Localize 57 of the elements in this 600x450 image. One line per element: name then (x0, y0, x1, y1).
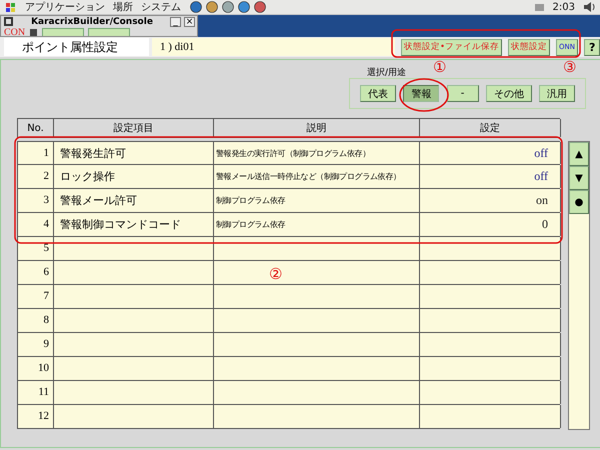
table-cell: 制御プログラム依存 (214, 189, 420, 212)
foot-icon[interactable] (4, 0, 17, 14)
point-field: 1 ) di01 (152, 38, 395, 56)
help-button[interactable]: ? (584, 38, 600, 56)
callout-number: ② (269, 267, 282, 282)
category-button[interactable]: 警報 (403, 85, 440, 102)
scroll-up-button[interactable]: ▲ (569, 142, 589, 166)
save-file-button[interactable]: 状態設定•ファイル保存 (401, 38, 502, 56)
close-button[interactable]: × (184, 16, 195, 27)
speaker-icon[interactable] (583, 1, 596, 13)
page-title: ポイント属性設定 (4, 38, 149, 56)
menu-item[interactable]: システム (141, 0, 181, 14)
table-cell[interactable]: 警報制御コマンドコード (54, 213, 214, 236)
table-cell[interactable]: on (420, 189, 561, 212)
row-number: 3 (18, 189, 54, 212)
table-cell[interactable]: 0 (420, 213, 561, 236)
scroll-dot-button[interactable]: ● (569, 190, 589, 214)
menu-item[interactable]: アプリケーション (25, 0, 105, 14)
column-header: 設定項目 (54, 119, 214, 137)
toolbar-label: CON (4, 28, 26, 36)
row-number: 1 (18, 142, 54, 164)
callout-number: ③ (563, 60, 576, 75)
tray-icon[interactable] (534, 2, 545, 12)
row-number: 7 (18, 285, 54, 308)
highlight-ellipse (399, 78, 449, 112)
table-cell: 警報メール送信一時停止など（制御プログラム依存） (214, 165, 420, 188)
row-number: 5 (18, 237, 54, 260)
apply-button[interactable]: 状態設定 (508, 38, 550, 56)
row-number: 11 (18, 381, 54, 404)
category-button[interactable]: その他 (486, 85, 532, 102)
table-cell: 制御プログラム依存 (214, 213, 420, 236)
row-number: 9 (18, 333, 54, 356)
table-cell: 警報発生の実行許可（制御プログラム依存） (214, 142, 420, 164)
scroll-down-button[interactable]: ▼ (569, 166, 589, 190)
selector-label: 選択/用途 (366, 66, 406, 78)
row-number: 2 (18, 165, 54, 188)
category-button[interactable]: 代表 (360, 85, 396, 102)
row-number: 8 (18, 309, 54, 332)
minimize-button[interactable]: _ (170, 16, 181, 27)
column-header: No. (18, 119, 54, 137)
category-button[interactable]: - (446, 85, 478, 102)
row-number: 4 (18, 213, 54, 236)
column-header: 設定 (420, 119, 561, 137)
column-header: 説明 (214, 119, 420, 137)
table-cell[interactable]: 警報メール許可 (54, 189, 214, 212)
row-number: 10 (18, 357, 54, 380)
row-number: 6 (18, 261, 54, 284)
table-cell[interactable]: off (420, 165, 561, 188)
table-cell[interactable]: ロック操作 (54, 165, 214, 188)
menu-item[interactable]: 場所 (113, 0, 133, 14)
table-cell[interactable]: off (420, 142, 561, 164)
row-number: 12 (18, 405, 54, 428)
category-button[interactable]: 汎用 (539, 85, 575, 102)
clock: 2:03 (552, 2, 575, 12)
window-title: KaracrixBuilder/Console (30, 16, 154, 27)
callout-number: ① (433, 60, 446, 75)
table-cell[interactable]: 警報発生許可 (54, 142, 214, 164)
